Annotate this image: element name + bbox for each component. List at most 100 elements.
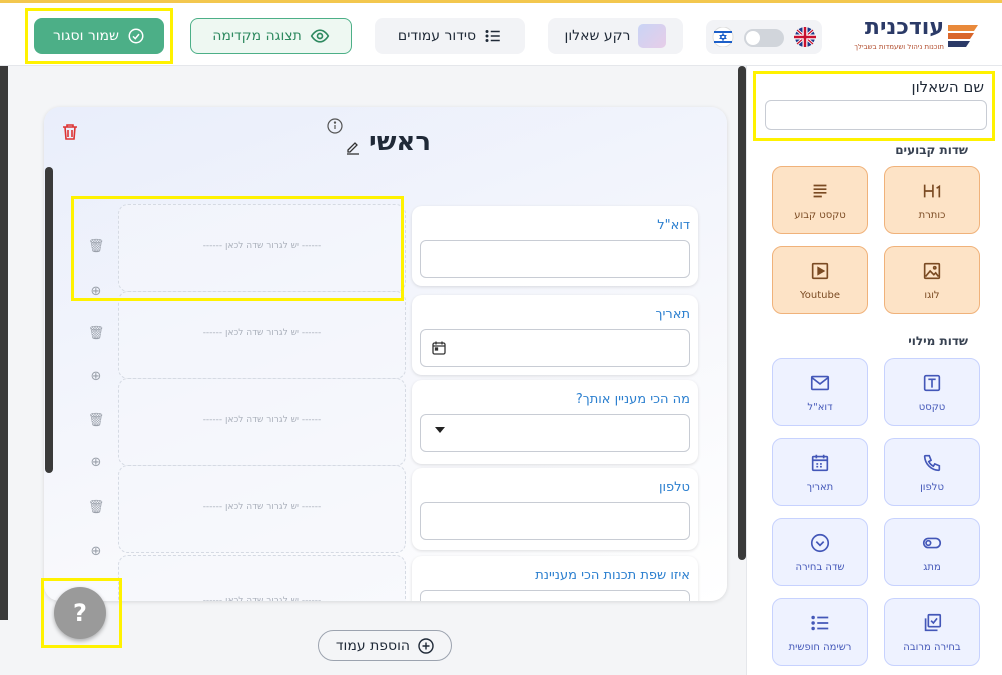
page-order-label: סידור עמודים	[397, 28, 477, 44]
tile-static-text-label: טקסט קבוע	[794, 209, 846, 221]
card-scrollbar[interactable]	[45, 167, 53, 473]
tile-text-label: טקסט	[918, 401, 946, 413]
form-name-label: שם השאלון	[911, 78, 984, 96]
heading-icon	[923, 184, 941, 197]
form-name-input[interactable]	[765, 100, 987, 130]
logo-mark-icon	[948, 25, 978, 47]
app-logo[interactable]: עודכנית תוכנות ניהול ושעמדות בשבילך	[848, 13, 980, 59]
drop-zone-text: ------ יש לגרור שדה לכאן ------	[202, 502, 322, 512]
fixed-fields-title: שדות קבועים	[895, 143, 968, 157]
tile-multi-select-label: בחירה מרובה	[903, 641, 961, 653]
drop-zone-text: ------ יש לגרור שדה לכאן ------	[202, 596, 322, 601]
drop-zone-3[interactable]: ------ יש לגרור שדה לכאן ------	[118, 378, 406, 466]
tile-phone[interactable]: טלפון	[884, 438, 980, 506]
drop-zone-1[interactable]: ------ יש לגרור שדה לכאן ------	[118, 204, 406, 292]
trash-icon[interactable]: 🗑	[88, 412, 105, 428]
field-date-input[interactable]	[420, 329, 690, 367]
logo-subtitle: תוכנות ניהול ושעמדות בשבילך	[854, 43, 944, 51]
preview-button[interactable]: תצוגה מקדימה	[190, 18, 352, 54]
field-email-label: דוא"ל	[657, 218, 690, 233]
uk-flag-icon	[794, 27, 816, 47]
tile-select[interactable]: שדה בחירה	[772, 518, 868, 586]
left-scrollbar[interactable]	[0, 66, 8, 620]
field-select-label: מה הכי מעניין אותך?	[575, 392, 690, 407]
edit-title-icon[interactable]	[345, 139, 361, 155]
phone-icon	[923, 454, 941, 471]
page-title: ראשי	[369, 127, 431, 157]
tile-youtube-label: Youtube	[800, 289, 840, 301]
fill-fields-title: שדות מילוי	[908, 334, 968, 348]
tile-select-label: שדה בחירה	[795, 561, 845, 573]
israel-flag-icon	[712, 27, 734, 47]
save-close-button[interactable]: שמור וסגור	[34, 18, 164, 54]
add-page-label: הוספת עמוד	[335, 637, 411, 654]
tile-logo-label: לוגו	[924, 289, 940, 301]
tile-multi-select[interactable]: בחירה מרובה	[884, 598, 980, 666]
tile-heading[interactable]: כותרת	[884, 166, 980, 234]
envelope-icon	[810, 375, 830, 390]
trash-icon[interactable]: 🗑	[88, 325, 105, 341]
calendar-icon	[811, 454, 829, 471]
field-phone[interactable]: טלפון	[412, 468, 698, 550]
drop-zone-2[interactable]: ------ יש לגרור שדה לכאן ------	[118, 291, 406, 379]
canvas-scrollbar[interactable]	[738, 66, 746, 560]
help-button[interactable]: ?	[54, 587, 106, 639]
logo-title: עודכנית	[864, 15, 944, 40]
field-phone-input[interactable]	[420, 502, 690, 540]
save-close-label: שמור וסגור	[53, 28, 119, 44]
list-order-icon	[485, 30, 500, 42]
check-circle-icon	[128, 28, 144, 44]
field-email-input[interactable]	[420, 240, 690, 278]
field-text[interactable]: איזו שפת תכנות הכי מעניינת	[412, 556, 698, 601]
drop-zone-text: ------ יש לגרור שדה לכאן ------	[202, 241, 322, 251]
page-card: ראשי דוא"ל ------ יש לגרור שדה לכאן ----…	[44, 107, 727, 601]
text-lines-icon	[813, 184, 827, 197]
field-text-input[interactable]	[420, 590, 690, 601]
field-date-label: תאריך	[655, 307, 690, 322]
tile-toggle-label: מתג	[923, 561, 941, 573]
tile-heading-label: כותרת	[918, 209, 946, 221]
tile-free-list[interactable]: רשימה חופשית	[772, 598, 868, 666]
field-email[interactable]: דוא"ל	[412, 206, 698, 286]
list-icon	[811, 615, 829, 630]
language-toggle[interactable]	[744, 29, 784, 47]
tile-date[interactable]: תאריך	[772, 438, 868, 506]
image-icon	[923, 262, 941, 279]
delete-page-icon[interactable]	[62, 123, 78, 141]
tile-text[interactable]: טקסט	[884, 358, 980, 426]
language-switch[interactable]	[706, 20, 822, 54]
top-bar: שמור וסגור תצוגה מקדימה סידור עמודים רקע…	[0, 0, 1002, 66]
field-phone-label: טלפון	[658, 480, 690, 495]
calendar-icon	[432, 341, 446, 355]
tile-logo[interactable]: לוגו	[884, 246, 980, 314]
field-date[interactable]: תאריך	[412, 295, 698, 375]
chevron-down-icon	[435, 427, 445, 433]
add-page-button[interactable]: הוספת עמוד	[318, 630, 452, 661]
tile-free-list-label: רשימה חופשית	[788, 641, 852, 653]
trash-icon[interactable]: 🗑	[88, 238, 105, 254]
tile-static-text[interactable]: טקסט קבוע	[772, 166, 868, 234]
tile-youtube[interactable]: Youtube	[772, 246, 868, 314]
field-select[interactable]: מה הכי מעניין אותך?	[412, 380, 698, 464]
tile-date-label: תאריך	[806, 481, 834, 493]
tile-toggle[interactable]: מתג	[884, 518, 980, 586]
add-circle-icon[interactable]: ⊕	[88, 368, 104, 384]
background-button[interactable]: רקע שאלון	[548, 18, 683, 54]
help-label: ?	[73, 599, 87, 627]
preview-label: תצוגה מקדימה	[212, 28, 302, 44]
background-label: רקע שאלון	[564, 28, 631, 44]
add-circle-icon[interactable]: ⊕	[88, 543, 104, 559]
field-select-input[interactable]	[420, 414, 690, 452]
page-order-button[interactable]: סידור עמודים	[375, 18, 525, 54]
background-swatch	[638, 24, 667, 48]
info-icon[interactable]	[327, 118, 343, 134]
play-icon	[811, 262, 829, 279]
add-circle-icon[interactable]: ⊕	[88, 283, 104, 299]
drop-zone-4[interactable]: ------ יש לגרור שדה לכאן ------	[118, 465, 406, 553]
trash-icon[interactable]: 🗑	[88, 499, 105, 515]
plus-circle-icon	[418, 637, 434, 654]
drop-zone-5[interactable]: ------ יש לגרור שדה לכאן ------	[118, 555, 406, 601]
tile-email[interactable]: דוא"ל	[772, 358, 868, 426]
text-box-icon	[923, 374, 941, 391]
add-circle-icon[interactable]: ⊕	[88, 454, 104, 470]
